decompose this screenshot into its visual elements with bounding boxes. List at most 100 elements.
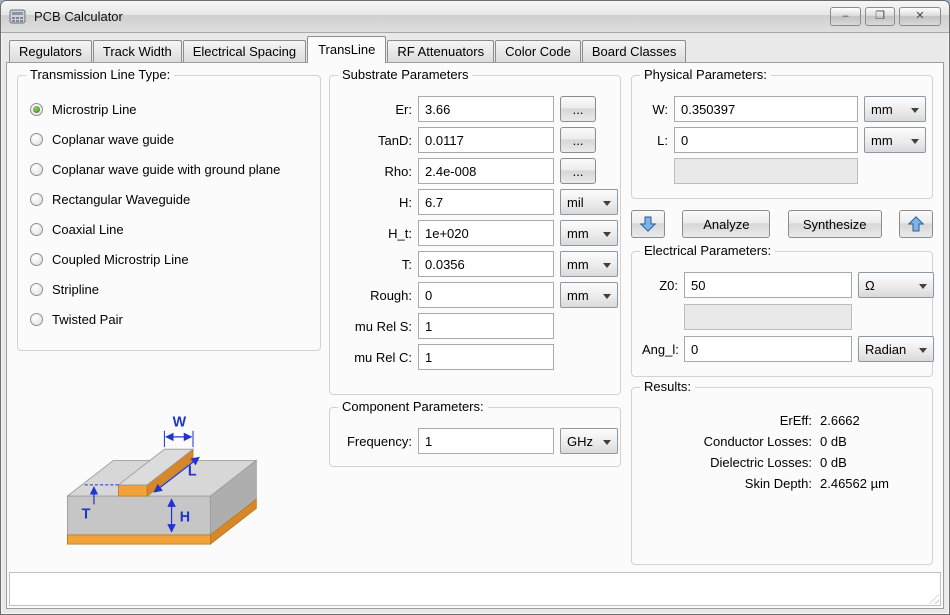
diagram-label-h: H (180, 510, 190, 526)
result-skin-depth: Skin Depth: 2.46562 µm (640, 473, 924, 494)
physical-extra-row (642, 158, 922, 184)
ht-input[interactable] (418, 220, 554, 246)
radio-option-coplanar-ground-plane[interactable]: Coplanar wave guide with ground plane (30, 154, 310, 184)
radio-option-twisted-pair[interactable]: Twisted Pair (30, 304, 310, 334)
ang-l-unit-value: Radian (865, 342, 906, 357)
tand-input[interactable] (418, 127, 554, 153)
ht-unit-select[interactable]: mm (560, 220, 618, 246)
z0-input[interactable] (684, 272, 852, 298)
electrical-parameters-group: Electrical Parameters: Z0: Ω Ang_l: (631, 251, 933, 377)
mu-rel-s-input[interactable] (418, 313, 554, 339)
tab-board-classes[interactable]: Board Classes (582, 40, 687, 62)
t-input[interactable] (418, 251, 554, 277)
tab-transline[interactable]: TransLine (307, 36, 386, 63)
electrical-extra-row (642, 304, 922, 330)
radio-label: Rectangular Waveguide (52, 192, 190, 207)
w-input[interactable] (674, 96, 858, 122)
arrow-down-button[interactable] (631, 210, 665, 238)
microstrip-diagram: W L H T (49, 363, 289, 568)
radio-option-coupled-microstrip-line[interactable]: Coupled Microstrip Line (30, 244, 310, 274)
ang-l-input[interactable] (684, 336, 852, 362)
l-input[interactable] (674, 127, 858, 153)
minimize-button[interactable]: – (830, 7, 861, 26)
result-dielectric-losses: Dielectric Losses: 0 dB (640, 452, 924, 473)
app-icon (9, 9, 27, 25)
radio-icon[interactable] (30, 133, 43, 146)
er-input[interactable] (418, 96, 554, 122)
radio-option-microstrip-line[interactable]: Microstrip Line (30, 94, 310, 124)
maximize-button[interactable]: ❐ (865, 7, 895, 26)
conductor-losses-label: Conductor Losses: (640, 431, 812, 452)
chevron-down-icon (603, 263, 611, 272)
frequency-input[interactable] (418, 428, 554, 454)
arrow-up-button[interactable] (899, 210, 933, 238)
results-title: Results: (640, 379, 695, 394)
ereff-value: 2.6662 (820, 410, 860, 431)
rough-input[interactable] (418, 282, 554, 308)
resize-grip[interactable] (926, 591, 939, 604)
rough-unit-value: mm (567, 288, 589, 303)
z0-unit-select[interactable]: Ω (858, 272, 934, 298)
diagram-label-w: W (173, 415, 187, 431)
tab-rf-attenuators[interactable]: RF Attenuators (387, 40, 494, 62)
results-group: Results: ErEff: 2.6662 Conductor Losses:… (631, 387, 933, 565)
h-input[interactable] (418, 189, 554, 215)
frequency-unit-value: GHz (567, 434, 593, 449)
radio-label: Coaxial Line (52, 222, 124, 237)
radio-icon[interactable] (30, 163, 43, 176)
diagram-label-l: L (188, 464, 197, 480)
tab-track-width[interactable]: Track Width (93, 40, 182, 62)
radio-icon[interactable] (30, 313, 43, 326)
radio-option-coplanar-wave-guide[interactable]: Coplanar wave guide (30, 124, 310, 154)
physical-parameters-group: Physical Parameters: W: mm L: mm (631, 75, 933, 199)
transmission-line-type-group: Transmission Line Type: Microstrip Line … (17, 75, 321, 351)
ang-l-unit-select[interactable]: Radian (858, 336, 934, 362)
component-parameters-title: Component Parameters: (338, 399, 488, 414)
radio-option-rectangular-waveguide[interactable]: Rectangular Waveguide (30, 184, 310, 214)
radio-icon[interactable] (30, 283, 43, 296)
mu-rel-c-input[interactable] (418, 344, 554, 370)
h-unit-select[interactable]: mil (560, 189, 618, 215)
tab-color-code[interactable]: Color Code (495, 40, 581, 62)
message-panel[interactable] (9, 572, 941, 606)
l-unit-value: mm (871, 133, 893, 148)
er-more-button[interactable]: ... (560, 96, 596, 122)
l-unit-select[interactable]: mm (864, 127, 926, 153)
substrate-row-mu-rel-c: mu Rel C: (340, 344, 610, 370)
w-unit-select[interactable]: mm (864, 96, 926, 122)
h-unit-value: mil (567, 195, 584, 210)
tab-bar: Regulators Track Width Electrical Spacin… (1, 33, 949, 62)
synthesize-button[interactable]: Synthesize (788, 210, 882, 238)
diagram-label-t: T (82, 507, 91, 523)
skin-depth-label: Skin Depth: (640, 473, 812, 494)
t-label: T: (340, 257, 412, 272)
frequency-unit-select[interactable]: GHz (560, 428, 618, 454)
tab-electrical-spacing[interactable]: Electrical Spacing (183, 40, 306, 62)
radio-icon[interactable] (30, 253, 43, 266)
rho-more-button[interactable]: ... (560, 158, 596, 184)
ht-unit-value: mm (567, 226, 589, 241)
mu-rel-s-label: mu Rel S: (340, 319, 412, 334)
radio-option-stripline[interactable]: Stripline (30, 274, 310, 304)
mu-rel-c-label: mu Rel C: (340, 350, 412, 365)
titlebar[interactable]: PCB Calculator – ❐ ✕ (1, 1, 949, 33)
tand-more-button[interactable]: ... (560, 127, 596, 153)
rho-input[interactable] (418, 158, 554, 184)
radio-option-coaxial-line[interactable]: Coaxial Line (30, 214, 310, 244)
radio-icon[interactable] (30, 193, 43, 206)
substrate-parameters-title: Substrate Parameters (338, 67, 472, 82)
rough-unit-select[interactable]: mm (560, 282, 618, 308)
radio-icon[interactable] (30, 103, 43, 116)
substrate-row-mu-rel-s: mu Rel S: (340, 313, 610, 339)
blue-arrow-up-icon (907, 215, 925, 233)
t-unit-select[interactable]: mm (560, 251, 618, 277)
tab-regulators[interactable]: Regulators (9, 40, 92, 62)
close-button[interactable]: ✕ (899, 7, 941, 26)
frequency-label: Frequency: (340, 434, 412, 449)
chevron-down-icon (603, 440, 611, 449)
radio-icon[interactable] (30, 223, 43, 236)
analyze-button[interactable]: Analyze (682, 210, 770, 238)
substrate-parameters-group: Substrate Parameters Er: ... TanD: ... R… (329, 75, 621, 395)
trace-front-face (118, 485, 147, 496)
t-unit-value: mm (567, 257, 589, 272)
